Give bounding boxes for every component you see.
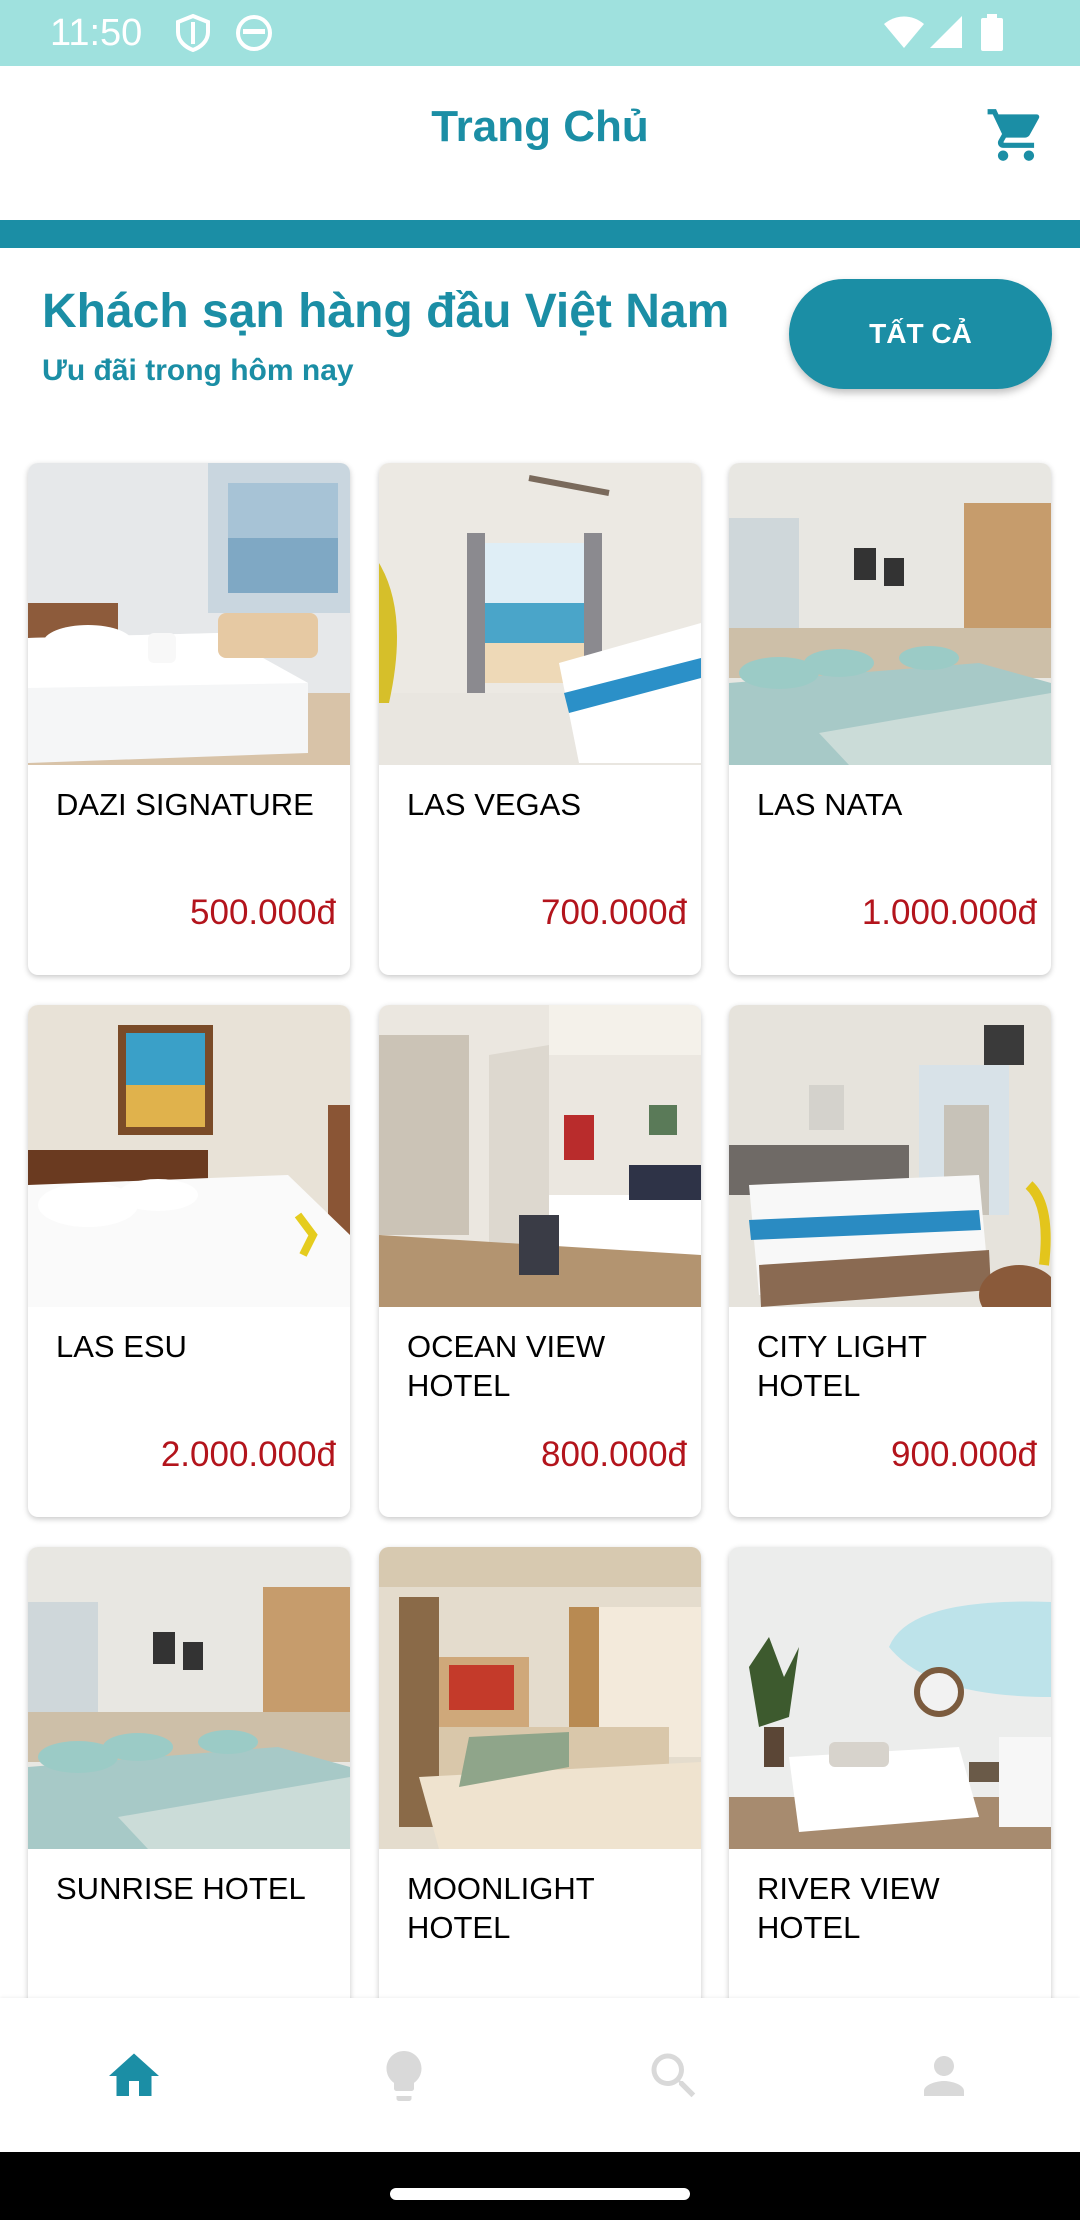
hotel-price: 2.000.000đ [160, 1435, 336, 1474]
hotel-price: 700.000đ [541, 893, 687, 932]
hotel-name: RIVER VIEW HOTEL [757, 1871, 940, 1945]
hotel-card[interactable]: LAS ESU 2.000.000đ [28, 1005, 350, 1517]
hotel-name: MOONLIGHT HOTEL [407, 1871, 595, 1945]
hotel-card[interactable]: SUNRISE HOTEL [28, 1547, 350, 2059]
person-icon[interactable] [914, 2046, 974, 2106]
home-icon[interactable] [104, 2046, 164, 2106]
app-screen: 11:50 Trang Chủ Khách sạn hàng đầu Việt … [0, 0, 1080, 2220]
home-gesture-handle[interactable] [390, 2188, 690, 2200]
hotel-card[interactable]: LAS NATA 1.000.000đ [729, 463, 1051, 975]
hotel-card[interactable]: RIVER VIEW HOTEL [729, 1547, 1051, 2059]
hotel-photo [729, 463, 1051, 765]
hotel-price: 1.000.000đ [861, 893, 1037, 932]
hotel-grid: DAZI SIGNATURE 500.000đ LAS VEGAS 700.00… [0, 0, 1080, 2059]
hotel-name: OCEAN VIEW HOTEL [407, 1329, 606, 1403]
hotel-photo [28, 463, 350, 765]
hotel-price: 500.000đ [190, 893, 336, 932]
hotel-photo [379, 1547, 701, 1849]
system-gesture-bar [0, 2152, 1080, 2220]
hotel-price: 800.000đ [541, 1435, 687, 1474]
hotel-photo [379, 463, 701, 765]
bottom-navigation [0, 1998, 1080, 2152]
hotel-name: LAS NATA [757, 787, 903, 822]
hotel-photo [28, 1547, 350, 1849]
hotel-photo [28, 1005, 350, 1307]
hotel-card[interactable]: MOONLIGHT HOTEL [379, 1547, 701, 2059]
hotel-photo [729, 1005, 1051, 1307]
lightbulb-icon[interactable] [374, 2046, 434, 2106]
hotel-card[interactable]: LAS VEGAS 700.000đ [379, 463, 701, 975]
hotel-name: LAS ESU [56, 1329, 187, 1364]
hotel-name: DAZI SIGNATURE [56, 787, 314, 822]
hotel-photo [729, 1547, 1051, 1849]
hotel-name: CITY LIGHT HOTEL [757, 1329, 927, 1403]
hotel-price: 900.000đ [891, 1435, 1037, 1474]
hotel-card[interactable]: CITY LIGHT HOTEL 900.000đ [729, 1005, 1051, 1517]
hotel-card[interactable]: OCEAN VIEW HOTEL 800.000đ [379, 1005, 701, 1517]
hotel-name: LAS VEGAS [407, 787, 582, 822]
hotel-card[interactable]: DAZI SIGNATURE 500.000đ [28, 463, 350, 975]
search-icon[interactable] [644, 2046, 704, 2106]
hotel-name: SUNRISE HOTEL [56, 1871, 306, 1906]
hotel-photo [379, 1005, 701, 1307]
